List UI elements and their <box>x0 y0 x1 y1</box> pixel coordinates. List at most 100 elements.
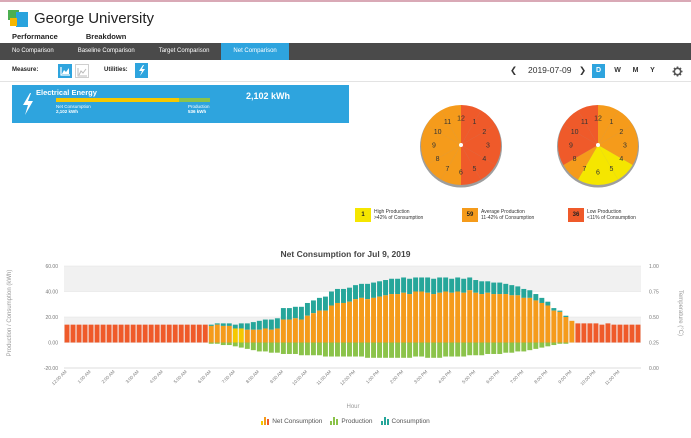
net-consumption-bar <box>196 324 202 343</box>
production-bar <box>262 342 268 352</box>
clock-hour-label: 1 <box>610 119 614 126</box>
consumption-bar <box>437 277 443 293</box>
net-consumption-bar <box>214 324 220 343</box>
line-chart-button[interactable] <box>75 64 89 78</box>
net-consumption-bar <box>166 324 172 343</box>
gear-icon[interactable] <box>672 66 683 77</box>
production-bar <box>533 342 539 349</box>
consumption-bar <box>268 319 274 330</box>
production-bar <box>232 342 238 347</box>
chevron-right-icon[interactable]: ❯ <box>579 65 586 76</box>
x-tick-label: 3:00 PM <box>413 369 429 385</box>
net-consumption-bar <box>635 324 641 343</box>
low-production-count: 36 <box>568 208 584 222</box>
energy-title: Electrical Energy <box>36 88 97 97</box>
lightning-bolt-icon <box>23 93 33 115</box>
date-display[interactable]: 2019-07-09 <box>528 65 571 75</box>
net-consumption-bar <box>383 295 389 343</box>
net-consumption-bar <box>154 324 160 343</box>
y-tick-label: 0.00 <box>48 341 58 347</box>
net-consumption-bar <box>407 294 413 343</box>
net-consumption-bar <box>322 310 328 343</box>
net-consumption-bar <box>437 292 443 343</box>
lightning-bolt-icon <box>139 65 145 76</box>
clock-hour-label: 10 <box>434 129 442 136</box>
production-bar <box>256 342 262 352</box>
clock-hour-label: 12 <box>594 116 602 123</box>
production-bar <box>407 342 413 358</box>
net-consumption-bar <box>184 324 190 343</box>
net-consumption-bar <box>160 324 166 343</box>
production-bar <box>347 342 352 357</box>
net-consumption-bar <box>142 324 148 343</box>
net-consumption-bar <box>347 301 352 343</box>
net-consumption-bar <box>268 329 274 343</box>
production-bar <box>551 342 557 346</box>
net-consumption-bar <box>527 297 533 343</box>
production-bar <box>527 342 533 351</box>
legend-net-consumption[interactable]: Net Consumption <box>261 417 322 425</box>
subnav-net-comparison[interactable]: Net Comparison <box>221 43 289 60</box>
consumption-bar <box>545 301 551 306</box>
x-axis-title: Hour <box>346 404 359 410</box>
consumption-bar <box>425 277 431 293</box>
subnav-target-comparison[interactable]: Target Comparison <box>147 43 222 60</box>
subnav-baseline-comparison[interactable]: Baseline Comparison <box>66 43 147 60</box>
clock-hour-label: 8 <box>436 156 440 163</box>
clock-hour-label: 7 <box>446 166 450 173</box>
y-tick-label: -20.00 <box>44 366 58 372</box>
consumption-bar <box>443 277 449 292</box>
legend-production[interactable]: Production <box>330 417 373 425</box>
subnav-no-comparison[interactable]: No Comparison <box>0 43 66 60</box>
legend-consumption[interactable]: Consumption <box>380 417 430 425</box>
consumption-bar <box>467 277 473 291</box>
consumption-bar <box>383 280 389 296</box>
electricity-utility-button[interactable] <box>135 63 148 78</box>
production-bar <box>563 342 569 344</box>
clock-center-dot <box>459 143 463 147</box>
consumption-bar <box>491 282 497 295</box>
line-chart-icon <box>77 68 87 77</box>
period-year-button[interactable]: Y <box>646 64 659 78</box>
net-consumption-bar <box>232 328 238 343</box>
consumption-bar <box>292 306 298 319</box>
net-consumption-bar <box>557 311 563 343</box>
production-bar <box>419 342 425 357</box>
consumption-bar <box>419 277 425 292</box>
net-consumption-bar <box>64 324 70 343</box>
measure-label: Measure: <box>12 67 39 73</box>
consumption-bar <box>220 323 226 326</box>
clock-hour-label: 4 <box>482 156 486 163</box>
net-consumption-bar <box>569 320 575 343</box>
consumption-bar <box>250 322 256 330</box>
consumption-bar <box>431 278 437 295</box>
consumption-bar <box>449 278 455 293</box>
y2-tick-label: 0.50 <box>649 315 659 321</box>
net-consumption-bar <box>88 324 94 343</box>
x-tick-label: 3:00 AM <box>125 369 140 384</box>
production-bar <box>274 342 280 353</box>
period-day-button[interactable]: D <box>592 64 605 78</box>
area-chart-button[interactable] <box>58 64 72 78</box>
clock-hour-label: 2 <box>619 129 623 136</box>
production-bar <box>298 342 304 356</box>
chevron-left-icon[interactable]: ❮ <box>510 65 517 76</box>
production-bar <box>286 342 292 354</box>
net-consumption-bar <box>250 329 256 343</box>
period-week-button[interactable]: W <box>611 64 624 78</box>
net-consumption-bar <box>256 329 262 343</box>
consumption-bar <box>316 297 322 311</box>
x-tick-label: 5:00 AM <box>173 369 188 384</box>
production-bar <box>515 342 521 352</box>
net-consumption-bar <box>298 319 304 343</box>
legend-consumption-label: Consumption <box>391 417 430 425</box>
consumption-bar <box>365 283 370 300</box>
net-consumption-bar <box>70 324 76 343</box>
net-consumption-bar <box>365 299 370 343</box>
net-consumption-value: 2,102 kWh <box>56 109 79 114</box>
electrical-energy-card[interactable]: Electrical Energy Net Consumption 2,102 … <box>12 85 349 123</box>
period-month-button[interactable]: M <box>629 64 642 78</box>
clock-hour-label: 1 <box>473 119 477 126</box>
production-bar <box>280 342 286 354</box>
area-chart-icon <box>60 67 70 76</box>
